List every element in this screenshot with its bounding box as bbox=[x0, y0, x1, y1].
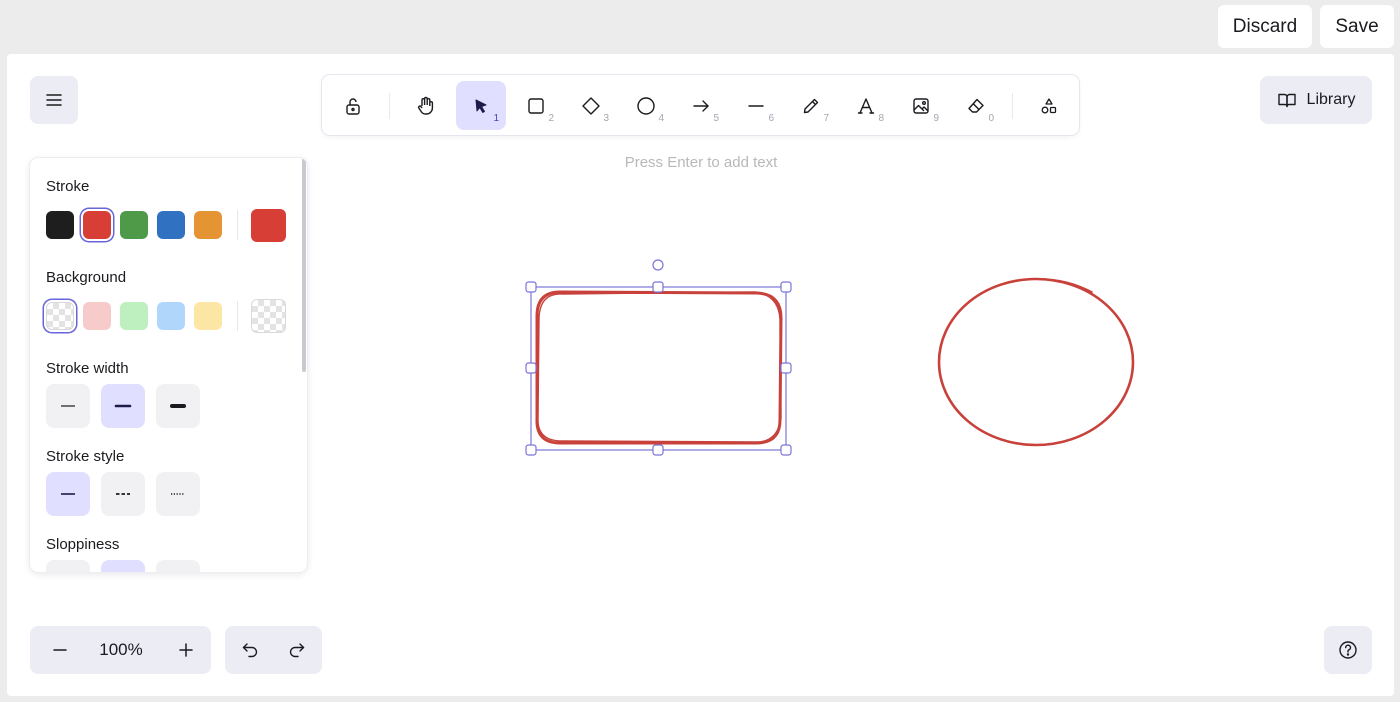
lock-icon bbox=[346, 97, 360, 115]
bold-line-icon bbox=[114, 404, 132, 408]
sloppiness-cartoonist[interactable] bbox=[156, 560, 200, 572]
extra-bold-line-icon bbox=[170, 404, 186, 408]
background-color-transparent[interactable] bbox=[46, 302, 74, 330]
hand-icon bbox=[417, 96, 434, 115]
shapes-icon bbox=[1041, 97, 1057, 113]
tool-line[interactable]: 6 bbox=[731, 81, 781, 130]
tool-hand[interactable] bbox=[401, 81, 451, 130]
stroke-color-blue[interactable] bbox=[157, 211, 185, 239]
swatch-divider bbox=[237, 210, 238, 240]
stroke-color-red[interactable] bbox=[83, 211, 111, 239]
stroke-color-orange[interactable] bbox=[194, 211, 222, 239]
undo-button[interactable] bbox=[227, 626, 273, 674]
help-button[interactable] bbox=[1324, 626, 1372, 674]
book-open-icon bbox=[1277, 93, 1296, 108]
tool-diamond[interactable]: 3 bbox=[566, 81, 616, 130]
zoom-out-button[interactable] bbox=[36, 626, 84, 674]
dotted-line-icon bbox=[171, 493, 185, 495]
background-current-color[interactable] bbox=[251, 299, 286, 333]
background-color-pink[interactable] bbox=[83, 302, 111, 330]
tool-text[interactable]: 8 bbox=[841, 81, 891, 130]
tool-shortcut-key: 2 bbox=[548, 113, 554, 124]
tool-more-shapes[interactable] bbox=[1024, 81, 1074, 130]
stroke-style-dotted[interactable] bbox=[156, 472, 200, 516]
toolbar-divider bbox=[1012, 93, 1013, 119]
zoom-in-button[interactable] bbox=[162, 626, 210, 674]
toolbar-divider bbox=[389, 93, 390, 119]
tool-ellipse[interactable]: 4 bbox=[621, 81, 671, 130]
redo-button[interactable] bbox=[274, 626, 320, 674]
stroke-width-thin[interactable] bbox=[46, 384, 90, 428]
cursor-icon bbox=[475, 99, 487, 113]
stroke-width-bold[interactable] bbox=[101, 384, 145, 428]
canvas-hint: Press Enter to add text bbox=[624, 154, 778, 171]
library-button[interactable]: Library bbox=[1260, 76, 1372, 124]
image-icon bbox=[913, 97, 929, 114]
tool-rectangle[interactable]: 2 bbox=[511, 81, 561, 130]
stroke-style-section-title: Stroke style bbox=[46, 448, 125, 465]
tool-shortcut-key: 4 bbox=[658, 113, 664, 124]
tool-shortcut-key: 0 bbox=[988, 113, 994, 124]
text-icon bbox=[857, 97, 875, 114]
redo-icon bbox=[289, 643, 305, 658]
stroke-color-black[interactable] bbox=[46, 211, 74, 239]
plus-icon bbox=[179, 643, 193, 657]
stroke-width-extra-bold[interactable] bbox=[156, 384, 200, 428]
stroke-width-section-title: Stroke width bbox=[46, 360, 129, 377]
hamburger-menu-icon bbox=[46, 94, 62, 106]
selection-handles[interactable] bbox=[525, 259, 792, 456]
tool-selection[interactable]: 1 bbox=[456, 81, 506, 130]
tool-shortcut-key: 8 bbox=[878, 113, 884, 124]
dashed-line-icon bbox=[116, 493, 130, 495]
stroke-color-green[interactable] bbox=[120, 211, 148, 239]
background-color-light-blue[interactable] bbox=[157, 302, 185, 330]
line-icon bbox=[748, 104, 764, 107]
swatch-divider bbox=[237, 301, 238, 331]
tool-shortcut-key: 6 bbox=[768, 113, 774, 124]
tool-shortcut-key: 1 bbox=[493, 113, 499, 124]
zoom-level[interactable]: 100% bbox=[88, 626, 154, 674]
tool-arrow[interactable]: 5 bbox=[676, 81, 726, 130]
ellipse-icon bbox=[637, 96, 655, 115]
main-menu-button[interactable] bbox=[30, 76, 78, 124]
solid-line-icon bbox=[61, 493, 75, 495]
history-controls bbox=[225, 626, 322, 674]
minus-icon bbox=[53, 649, 67, 651]
stroke-style-solid[interactable] bbox=[46, 472, 90, 516]
tool-shortcut-key: 5 bbox=[713, 113, 719, 124]
sloppiness-section-title: Sloppiness bbox=[46, 536, 120, 553]
tool-shortcut-key: 7 bbox=[823, 113, 829, 124]
ellipse-shape[interactable] bbox=[937, 277, 1135, 447]
rectangle-icon bbox=[528, 97, 544, 114]
library-label: Library bbox=[1306, 91, 1356, 108]
diamond-icon bbox=[582, 96, 600, 115]
sloppiness-artist[interactable] bbox=[101, 560, 145, 572]
tool-lock[interactable] bbox=[328, 81, 378, 130]
tool-draw[interactable]: 7 bbox=[786, 81, 836, 130]
tool-shortcut-key: 3 bbox=[603, 113, 609, 124]
properties-panel: Stroke Background Stroke width Stroke st… bbox=[30, 158, 307, 572]
stroke-section-title: Stroke bbox=[46, 178, 90, 195]
tool-shortcut-key: 9 bbox=[933, 113, 939, 124]
arrow-icon bbox=[693, 99, 709, 112]
stroke-current-color[interactable] bbox=[251, 209, 286, 242]
background-section-title: Background bbox=[46, 269, 127, 286]
undo-icon bbox=[242, 643, 258, 658]
panel-scrollbar[interactable] bbox=[302, 158, 306, 372]
pencil-icon bbox=[803, 98, 819, 113]
zoom-controls: 100% bbox=[30, 626, 211, 674]
rectangle-shape[interactable] bbox=[535, 290, 783, 445]
eraser-icon bbox=[968, 98, 984, 113]
tool-eraser[interactable]: 0 bbox=[951, 81, 1001, 130]
thin-line-icon bbox=[61, 405, 75, 407]
tool-image[interactable]: 9 bbox=[896, 81, 946, 130]
background-color-light-yellow[interactable] bbox=[194, 302, 222, 330]
sloppiness-architect[interactable] bbox=[46, 560, 90, 572]
stroke-style-dashed[interactable] bbox=[101, 472, 145, 516]
help-circle-icon bbox=[1339, 641, 1357, 659]
background-color-light-green[interactable] bbox=[120, 302, 148, 330]
shape-toolbar: 1 2 3 4 5 6 7 8 9 0 bbox=[322, 75, 1079, 135]
